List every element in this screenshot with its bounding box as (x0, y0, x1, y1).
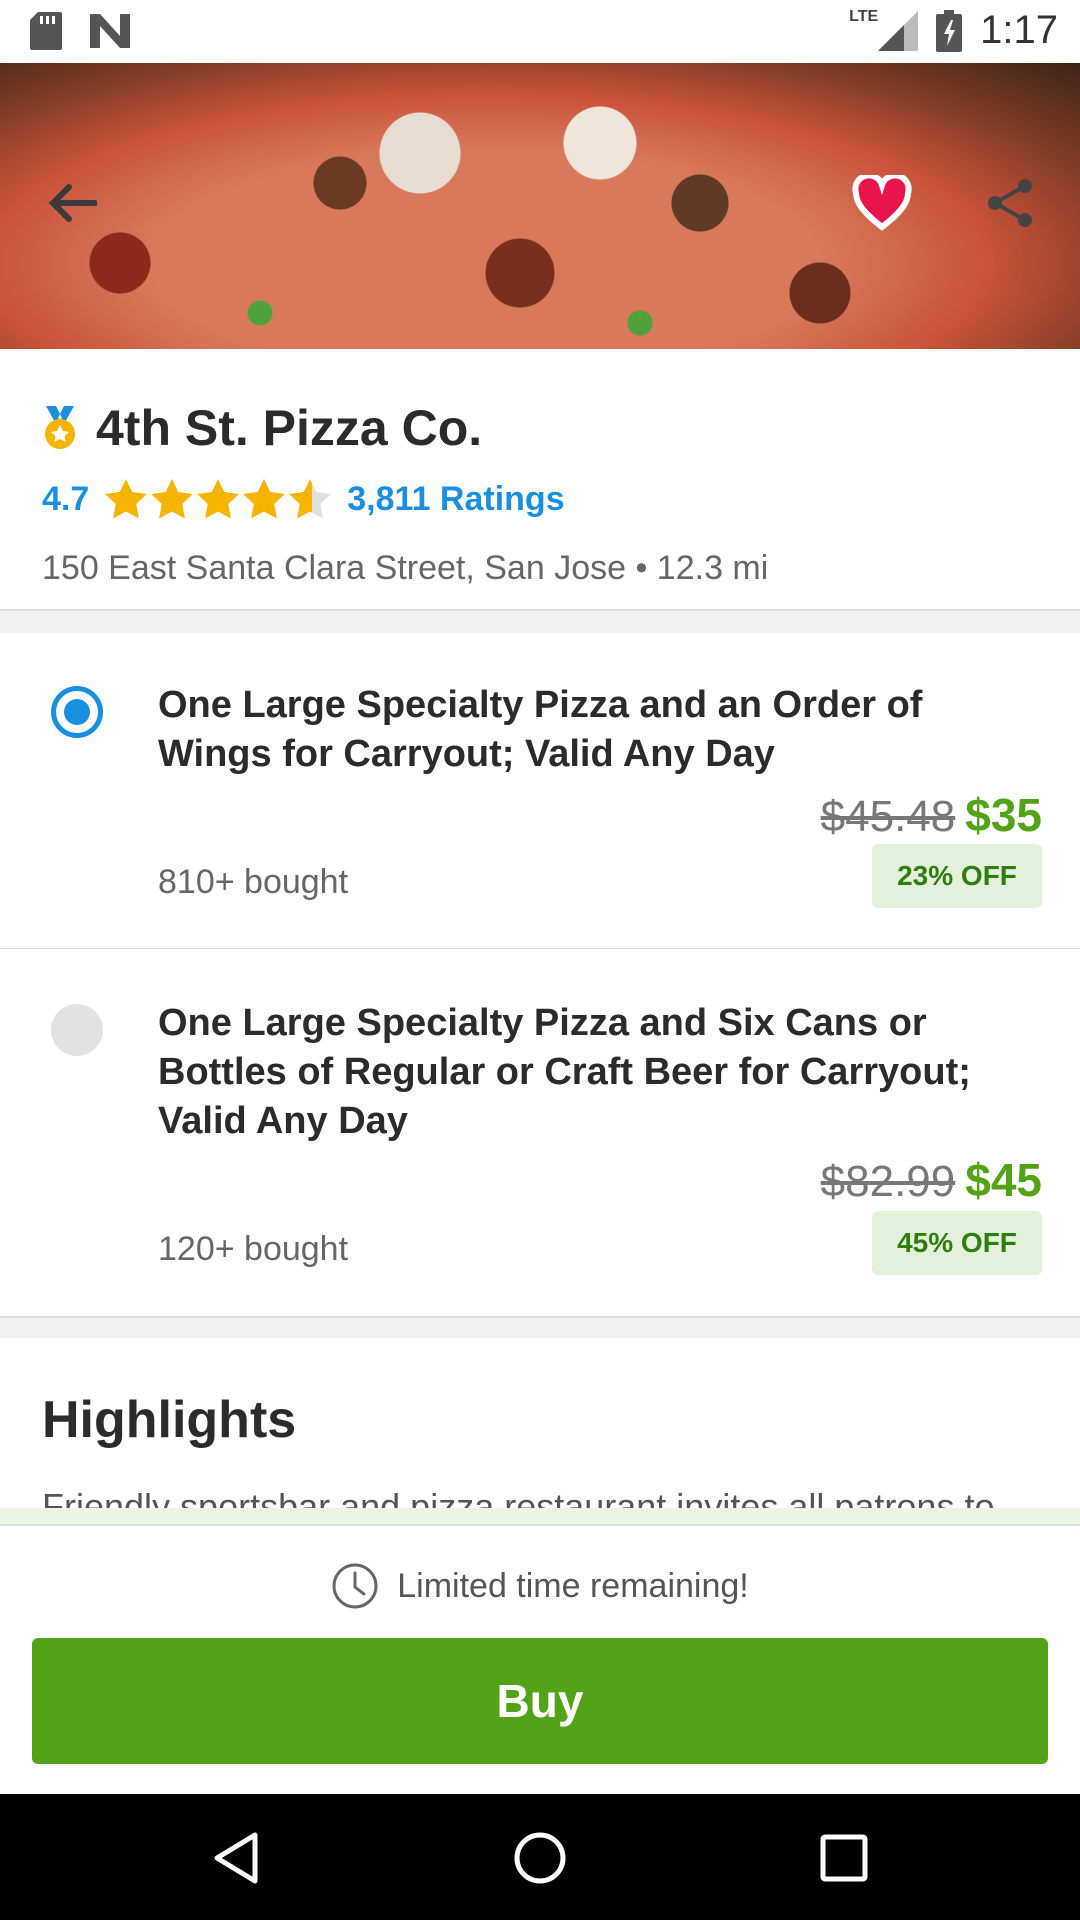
sale-price: $35 (965, 789, 1042, 841)
sale-price: $45 (965, 1154, 1042, 1206)
favorite-button[interactable] (852, 173, 912, 233)
original-price: $82.99 (820, 1157, 956, 1206)
star-icon (197, 479, 240, 519)
n-icon (90, 14, 130, 48)
section-gap (0, 611, 1080, 633)
share-icon (988, 179, 1032, 227)
option-prices: $82.99 $45 (821, 1153, 1042, 1207)
star-icon (105, 479, 148, 519)
network-type: LTE (849, 7, 879, 25)
back-button[interactable] (42, 173, 102, 233)
merchant-address: 150 East Santa Clara Street, San Jose • … (42, 549, 769, 587)
heart-icon (852, 175, 912, 231)
nav-home-button[interactable] (500, 1818, 580, 1898)
highlights-heading: Highlights (42, 1391, 297, 1449)
battery-icon (936, 9, 963, 52)
bought-count: 120+ bought (158, 1230, 349, 1268)
signal-icon (878, 10, 919, 51)
ratings-count-link[interactable]: 3,811 Ratings (347, 480, 564, 519)
star-icon (151, 479, 194, 519)
clock-icon (332, 1563, 378, 1609)
highlights-section: Highlights Friendly sportsbar and pizza … (0, 1338, 1080, 1508)
rating-row[interactable]: 4.7 3,811 Ratings (42, 479, 565, 519)
half-star-icon (289, 479, 332, 519)
original-price: $45.48 (820, 792, 956, 841)
deal-option-2[interactable]: One Large Specialty Pizza and Six Cans o… (0, 949, 1080, 1316)
star-rating (105, 479, 332, 519)
option-title: One Large Specialty Pizza and an Order o… (158, 684, 923, 775)
radio-selected[interactable] (51, 686, 103, 738)
back-triangle-icon (214, 1832, 258, 1884)
medal-icon (45, 406, 75, 449)
option-title: One Large Specialty Pizza and Six Cans o… (158, 1002, 971, 1142)
system-nav-bar (0, 1794, 1080, 1920)
clock: 1:17 (980, 8, 1058, 52)
buy-panel: Limited time remaining! Buy (0, 1524, 1080, 1796)
sd-card-icon (30, 12, 62, 50)
merchant-name: 4th St. Pizza Co. (96, 400, 483, 456)
share-button[interactable] (980, 173, 1040, 233)
nav-back-button[interactable] (196, 1818, 276, 1898)
limited-time-notice: Limited time remaining! (0, 1562, 1080, 1610)
deal-option-1[interactable]: One Large Specialty Pizza and an Order o… (0, 633, 1080, 948)
limited-time-text: Limited time remaining! (397, 1566, 749, 1605)
recents-square-icon (820, 1834, 868, 1882)
radio-unselected[interactable] (51, 1004, 103, 1056)
hero-image (0, 63, 1080, 349)
highlights-text: Friendly sportsbar and pizza restaurant … (42, 1486, 995, 1508)
option-prices: $45.48 $35 (821, 788, 1042, 842)
bought-count: 810+ bought (158, 863, 349, 901)
merchant-info: 4th St. Pizza Co. 4.7 3,811 Ratings 150 … (0, 349, 1080, 611)
section-gap (0, 1318, 1080, 1338)
rating-value: 4.7 (42, 479, 90, 518)
nav-recents-button[interactable] (804, 1818, 884, 1898)
home-circle-icon (514, 1832, 566, 1884)
back-arrow-icon (48, 184, 97, 222)
status-bar: LTE 1:17 (0, 0, 1080, 63)
buy-button[interactable]: Buy (32, 1638, 1048, 1764)
discount-badge: 23% OFF (872, 844, 1042, 908)
section-gap (0, 1508, 1080, 1524)
discount-badge: 45% OFF (872, 1211, 1042, 1275)
star-icon (243, 479, 286, 519)
